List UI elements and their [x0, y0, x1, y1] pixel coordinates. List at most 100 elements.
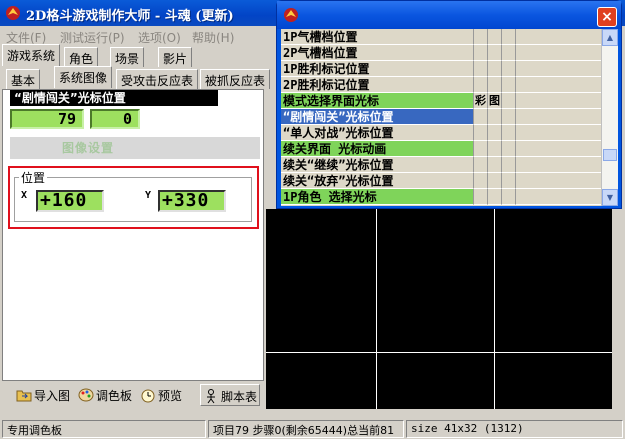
list-item[interactable]: 1P胜利标记位置 [281, 61, 601, 77]
list-item-name: “单人对战”光标位置 [281, 125, 473, 141]
tab-character[interactable]: 角色 [64, 47, 99, 67]
list-item-name: 1P气槽档位置 [281, 29, 473, 45]
scroll-down-icon[interactable]: ▼ [602, 189, 618, 206]
list-item-cell [487, 141, 501, 157]
list-item-name: “剧情闯关”光标位置 [281, 109, 473, 125]
x-position-field[interactable]: +160 [36, 190, 104, 212]
menu-help[interactable]: 帮助(H) [192, 29, 234, 46]
list-item-name: 续关界面 光标动画 [281, 141, 473, 157]
tab-game-system[interactable]: 游戏系统 [2, 44, 61, 66]
list-item-cell [501, 157, 515, 173]
item-number-field[interactable]: 79 [10, 109, 84, 129]
list-item-cell [501, 141, 515, 157]
item-list[interactable]: 1P气槽档位置 2P气槽档位置 1P胜利标记位置 2P胜利标记位置 模式选择界面光标彩图… [281, 29, 601, 206]
list-item-cell [473, 29, 487, 45]
list-item-cell [473, 125, 487, 141]
list-item[interactable]: 2P胜利标记位置 [281, 77, 601, 93]
list-item-cell [473, 141, 487, 157]
app-fighter-icon [284, 8, 298, 22]
list-item-cell [501, 93, 515, 109]
list-item-cell [487, 157, 501, 173]
list-item-cell [487, 61, 501, 77]
status-bar: 专用调色板 项目79 步骤0(剩余65444)总当前81 size 41x32 … [0, 418, 625, 439]
list-item-cell [501, 29, 515, 45]
list-item-name: 1P角色 选择光标 [281, 189, 473, 205]
palette-button[interactable]: 调色板 [76, 384, 134, 406]
palette-icon [78, 388, 94, 402]
list-item-cell [487, 77, 501, 93]
tab-basic[interactable]: 基本 [6, 69, 41, 89]
menu-options[interactable]: 选项(O) [138, 29, 181, 46]
y-label: Y [145, 190, 152, 201]
list-item-cell [501, 189, 515, 205]
list-item-cell [501, 77, 515, 93]
image-settings-button[interactable]: 图像设置 [10, 137, 260, 159]
status-palette: 专用调色板 [2, 420, 206, 438]
close-button[interactable]: × [597, 7, 617, 27]
sub-tabs: 基本 系统图像 受攻击反应表 被抓反应表 [0, 66, 271, 90]
list-item-cell: 图 [487, 93, 501, 109]
step-number-field[interactable]: 0 [90, 109, 140, 129]
item-list-scrollbar[interactable]: ▲ ▼ [601, 29, 618, 206]
tab-hit-reaction[interactable]: 受攻击反应表 [116, 69, 199, 89]
palette-label: 调色板 [96, 389, 133, 403]
menu-bar: 文件(F) 测试运行(P) 选项(O) 帮助(H) [0, 26, 270, 45]
tab-scene[interactable]: 场景 [110, 47, 145, 67]
list-item-cell [515, 109, 601, 125]
tab-grab-reaction[interactable]: 被抓反应表 [200, 69, 271, 89]
scroll-up-icon[interactable]: ▲ [602, 29, 618, 46]
list-item-cell [515, 125, 601, 141]
list-item-cell [515, 173, 601, 189]
list-item-cell [515, 157, 601, 173]
list-item-cell [515, 141, 601, 157]
item-list-title-bar[interactable]: × [277, 1, 621, 29]
list-item-cell [473, 109, 487, 125]
list-item-cell [487, 45, 501, 61]
preview-label: 预览 [158, 389, 183, 403]
list-item-cell [487, 125, 501, 141]
grid-line-vertical [494, 209, 495, 409]
list-item[interactable]: 1P角色 选择光标 [281, 189, 601, 205]
list-item-name: 2P气槽档位置 [281, 45, 473, 61]
list-item-cell [501, 109, 515, 125]
list-item[interactable]: 2P气槽档位置 [281, 45, 601, 61]
list-item-cell [501, 125, 515, 141]
import-image-button[interactable]: 导入图 [14, 384, 72, 406]
list-item-cell [515, 189, 601, 205]
list-item-cell [501, 45, 515, 61]
y-position-field[interactable]: +330 [158, 190, 226, 212]
list-item[interactable]: 续关“继续”光标位置 [281, 157, 601, 173]
clock-preview-icon [141, 389, 155, 403]
tab-movie[interactable]: 影片 [158, 47, 193, 67]
list-item-cell [473, 157, 487, 173]
current-item-label: “剧情闯关”光标位置 [10, 90, 218, 106]
import-image-label: 导入图 [34, 389, 71, 403]
tab-system-image[interactable]: 系统图像 [54, 66, 113, 88]
list-item[interactable]: “单人对战”光标位置 [281, 125, 601, 141]
scroll-thumb[interactable] [603, 149, 617, 161]
list-item[interactable]: 模式选择界面光标彩图 [281, 93, 601, 109]
script-table-button[interactable]: 脚本表 [200, 384, 261, 406]
menu-test-run[interactable]: 测试运行(P) [60, 29, 125, 46]
list-item-name: 1P胜利标记位置 [281, 61, 473, 77]
preview-canvas[interactable] [266, 209, 612, 409]
settings-panel [2, 89, 264, 381]
grid-line-vertical [376, 209, 377, 409]
bottom-toolbar: 导入图 调色板 预览 脚本表 [2, 382, 264, 408]
list-item-cell [487, 29, 501, 45]
list-item-cell: 彩 [473, 93, 487, 109]
list-item[interactable]: “剧情闯关”光标位置 [281, 109, 601, 125]
list-item[interactable]: 续关界面 光标动画 [281, 141, 601, 157]
list-item-cell [473, 77, 487, 93]
list-item-cell [501, 61, 515, 77]
app-fighter-icon [6, 6, 20, 20]
grid-line-horizontal [266, 352, 612, 353]
list-item[interactable]: 1P气槽档位置 [281, 29, 601, 45]
list-item-cell [473, 45, 487, 61]
list-item-cell [473, 189, 487, 205]
list-item-cell [501, 173, 515, 189]
list-item[interactable]: 续关“放弃”光标位置 [281, 173, 601, 189]
list-item-name: 续关“放弃”光标位置 [281, 173, 473, 189]
preview-button[interactable]: 预览 [138, 384, 184, 406]
item-list-window: × 1P气槽档位置 2P气槽档位置 1P胜利标记位置 2P胜利标记位置 模式选择界面光标… [276, 0, 622, 209]
